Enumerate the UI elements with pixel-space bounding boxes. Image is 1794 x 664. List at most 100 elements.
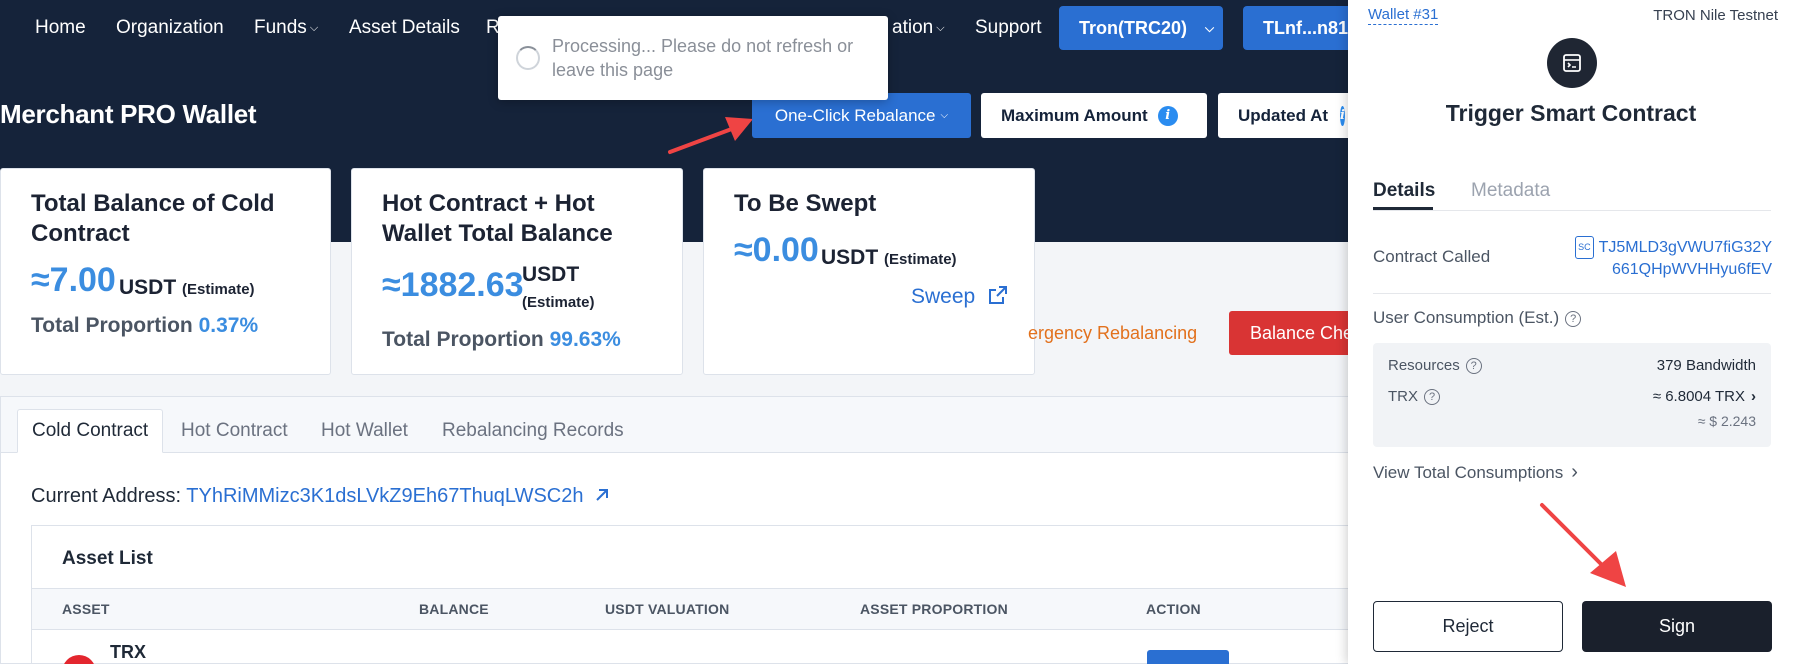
page-title: Merchant PRO Wallet <box>0 99 257 129</box>
contract-address-line: 661QHpWVHHyu6fEV <box>1611 261 1772 278</box>
tab-metadata[interactable]: Metadata <box>1471 180 1550 202</box>
current-address-link[interactable]: TYhRiMMizc3K1dsLVkZ9Eh67ThuqLWSC2h <box>186 485 583 507</box>
trx-label-text: TRX <box>1388 388 1418 405</box>
column-header-asset-proportion: ASSET PROPORTION <box>860 601 1008 617</box>
maximum-amount-label: Maximum Amount <box>1001 105 1148 125</box>
trx-token-icon <box>62 655 96 664</box>
asset-table-header: ASSET BALANCE USDT VALUATION ASSET PROPO… <box>32 588 1360 630</box>
nav-support-label: Support <box>975 17 1042 38</box>
nav-asset-details-label: Asset Details <box>349 17 460 38</box>
sign-button[interactable]: Sign <box>1582 601 1772 652</box>
tab-cold-contract[interactable]: Cold Contract <box>17 409 164 453</box>
card-estimate: (Estimate) <box>522 294 595 311</box>
loading-spinner-icon <box>516 46 540 70</box>
card-unit: USDT (Estimate) <box>821 246 957 270</box>
card-title-line: Hot Contract + Hot <box>382 190 595 217</box>
nav-support[interactable]: Support <box>975 17 1042 39</box>
section-divider <box>1373 293 1771 294</box>
tab-active-indicator <box>1373 207 1433 210</box>
current-address: Current Address: TYhRiMMizc3K1dsLVkZ9Eh6… <box>31 485 611 508</box>
smart-contract-icon <box>1547 38 1597 88</box>
wallet-panel-title: Trigger Smart Contract <box>1445 100 1697 126</box>
info-icon: i <box>1340 105 1345 126</box>
chevron-right-icon: › <box>1751 388 1756 405</box>
card-title-line: To Be Swept <box>734 190 877 217</box>
tab-details[interactable]: Details <box>1373 180 1435 202</box>
trx-value-text: ≈ 6.8004 TRX <box>1652 388 1745 405</box>
question-icon[interactable]: ? <box>1424 389 1440 405</box>
view-total-consumptions-label: View Total Consumptions <box>1373 463 1564 482</box>
card-proportion: Total Proportion 99.63% <box>382 328 621 352</box>
card-unit: USDT (Estimate) <box>119 276 255 300</box>
tab-hot-wallet[interactable]: Hot Wallet <box>307 409 422 453</box>
document-code-icon <box>1563 54 1581 72</box>
tab-bar: Cold Contract Hot Contract Hot Wallet Re… <box>1 397 1359 453</box>
tab-divider <box>1373 210 1771 211</box>
card-unit-label: USDT <box>522 263 580 286</box>
account-button-label: TLnf...n81k <box>1263 17 1353 38</box>
contract-called-label: Contract Called <box>1373 247 1491 266</box>
wallet-name-link[interactable]: Wallet #31 <box>1368 6 1439 25</box>
user-consumption-text: User Consumption (Est.) <box>1373 308 1560 327</box>
emergency-rebalancing-link[interactable]: ergency Rebalancing <box>1028 323 1197 344</box>
chevron-down-icon: ⌵ <box>309 22 319 34</box>
asset-action-button[interactable] <box>1147 650 1229 664</box>
arrow-up-right-icon[interactable] <box>593 486 611 504</box>
sweep-link[interactable]: Sweep <box>911 284 1009 309</box>
account-button[interactable]: TLnf...n81k <box>1243 6 1353 50</box>
nav-asset-details[interactable]: Asset Details <box>349 17 460 39</box>
question-icon[interactable]: ? <box>1565 311 1582 327</box>
nav-funds[interactable]: Funds ⌵ <box>254 17 318 39</box>
external-link-icon <box>989 286 1008 304</box>
card-title-line: Contract <box>31 220 130 247</box>
asset-list: Asset List ASSET BALANCE USDT VALUATION … <box>31 525 1361 664</box>
card-title: To Be Swept <box>734 189 876 219</box>
hot-balance-card: Hot Contract + Hot Wallet Total Balance ≈… <box>351 168 683 375</box>
nav-home[interactable]: Home <box>35 17 86 39</box>
chevron-right-icon: › <box>1571 461 1578 483</box>
tab-rebalancing-records[interactable]: Rebalancing Records <box>428 409 638 453</box>
info-icon: i <box>1157 105 1178 126</box>
resources-label-text: Resources <box>1388 357 1460 374</box>
updated-at-button[interactable]: Updated At i <box>1218 93 1358 138</box>
tab-hot-contract[interactable]: Hot Contract <box>167 409 302 453</box>
resources-label: Resources? <box>1388 357 1482 374</box>
annotation-arrow-icon <box>1540 503 1626 587</box>
nav-item-ation[interactable]: ation ⌵ <box>892 17 945 39</box>
chevron-down-icon: ⌵ <box>936 22 945 34</box>
maximum-amount-button[interactable]: Maximum Amount i <box>981 93 1207 138</box>
card-proportion-label: Total Proportion <box>382 328 544 351</box>
nav-organization[interactable]: Organization <box>116 17 224 39</box>
contract-address-line: TJ5MLD3gVWU7fiG32Y <box>1598 239 1772 256</box>
card-estimate: (Estimate) <box>884 251 957 268</box>
updated-at-label: Updated At <box>1238 105 1329 125</box>
network-select-button[interactable]: Tron(TRC20) ⌵ <box>1059 6 1223 50</box>
trx-value[interactable]: ≈ 6.8004 TRX › <box>1653 388 1756 405</box>
column-header-action: ACTION <box>1146 601 1201 617</box>
cold-contract-balance-card: Total Balance of Cold Contract ≈7.00 USDT… <box>0 168 331 375</box>
card-title: Total Balance of Cold Contract <box>31 189 275 249</box>
nav-organization-label: Organization <box>116 17 224 38</box>
asset-name: TRX <box>110 642 146 662</box>
question-icon[interactable]: ? <box>1465 358 1482 374</box>
nav-home-label: Home <box>35 17 86 38</box>
chevron-down-icon: ⌵ <box>940 110 949 121</box>
view-total-consumptions-link[interactable]: View Total Consumptions › <box>1373 461 1578 484</box>
wallet-sign-panel: Wallet #31 TRON Nile Testnet Trigger Sma… <box>1348 0 1794 664</box>
contract-address-link[interactable]: SC TJ5MLD3gVWU7fiG32Y 661QHpWVHHyu6fEV <box>1552 236 1772 280</box>
current-address-label: Current Address: <box>31 485 182 507</box>
card-unit: USDT (Estimate) <box>522 261 595 317</box>
resource-consumption-box: Resources? 379 Bandwidth TRX? ≈ 6.8004 T… <box>1373 343 1771 447</box>
chevron-down-icon: ⌵ <box>1205 20 1215 35</box>
wallet-network: TRON Nile Testnet <box>1653 7 1778 24</box>
nav-funds-label: Funds <box>254 17 307 38</box>
column-header-asset: ASSET <box>62 601 110 617</box>
column-header-usdt-valuation: USDT VALUATION <box>605 601 730 617</box>
card-unit-label: USDT <box>119 276 177 299</box>
column-header-balance: BALANCE <box>419 601 489 617</box>
card-amount: ≈0.00 <box>734 231 819 269</box>
card-amount: ≈7.00 <box>31 261 116 299</box>
one-click-rebalance-label: One-Click Rebalance <box>774 105 936 125</box>
reject-button[interactable]: Reject <box>1373 601 1563 652</box>
sweep-link-label: Sweep <box>911 285 976 308</box>
